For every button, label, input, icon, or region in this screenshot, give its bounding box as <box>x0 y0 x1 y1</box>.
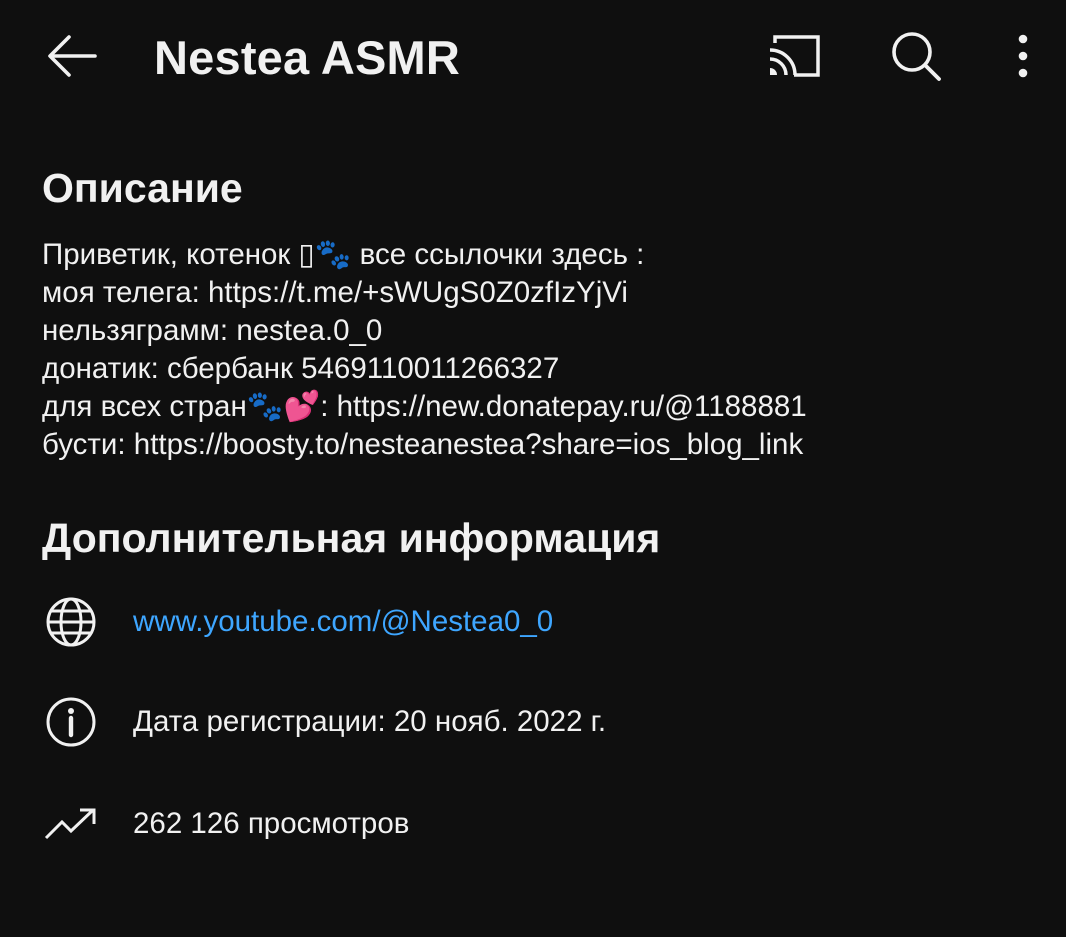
arrow-back-icon <box>48 35 97 77</box>
additional-info-heading: Дополнительная информация <box>42 515 661 561</box>
website-row: www.youtube.com/@Nestea0_0 <box>0 590 1066 654</box>
description-line: донатик: сбербанк 5469110011266327 <box>42 352 560 385</box>
back-button[interactable] <box>40 28 104 84</box>
more-vert-icon <box>1018 34 1028 78</box>
more-options-button[interactable] <box>1000 26 1046 86</box>
description-heading: Описание <box>42 165 243 211</box>
globe-icon <box>46 597 96 647</box>
description-line[interactable]: бусти: https://boosty.to/nesteanestea?sh… <box>42 426 1042 464</box>
description-line[interactable]: моя телега: https://t.me/+sWUgS0Z0zfIzYj… <box>42 274 1042 312</box>
views-row: 262 126 просмотров <box>0 792 1066 856</box>
info-icon <box>46 697 96 747</box>
registration-date: Дата регистрации: 20 нояб. 2022 г. <box>133 705 607 738</box>
description-line[interactable]: для всех стран🐾💕: https://new.donatepay.… <box>42 388 1042 426</box>
trending-icon <box>44 808 96 840</box>
view-count: 262 126 просмотров <box>133 807 410 840</box>
channel-description: Приветик, котенок ▯🐾 все ссылочки здесь … <box>42 236 1042 464</box>
cast-button[interactable] <box>760 28 828 84</box>
channel-title: Nestea ASMR <box>154 31 461 84</box>
description-line: Приветик, котенок ▯🐾 все ссылочки здесь … <box>42 238 645 271</box>
search-icon <box>892 32 941 81</box>
channel-website-link[interactable]: www.youtube.com/@Nestea0_0 <box>133 602 553 642</box>
registration-row: Дата регистрации: 20 нояб. 2022 г. <box>0 690 1066 754</box>
app-bar: Nestea ASMR <box>0 0 1066 118</box>
cast-icon <box>769 35 820 77</box>
description-line: нельзяграмм: nestea.0_0 <box>42 314 383 347</box>
search-button[interactable] <box>884 26 948 86</box>
